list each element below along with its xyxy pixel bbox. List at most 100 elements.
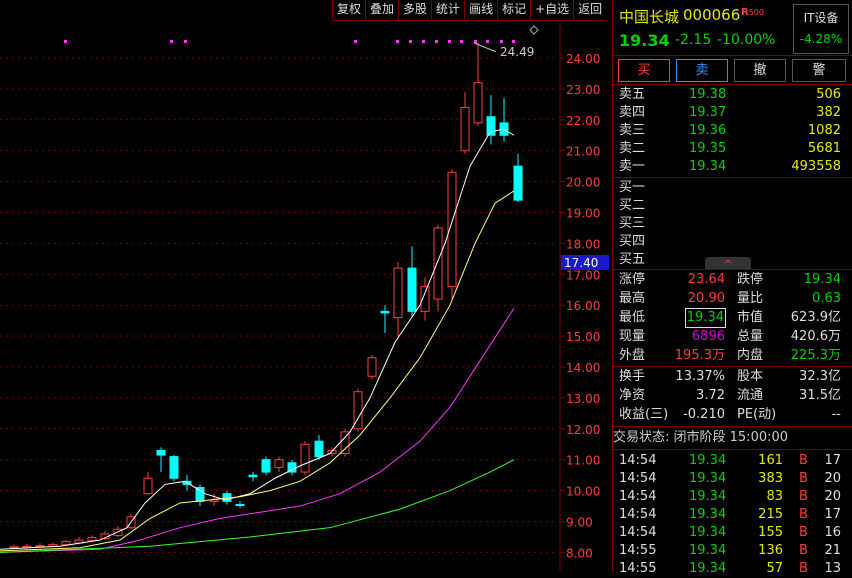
sector-name: IT设备 [803, 11, 839, 25]
signal-marker [422, 40, 425, 43]
toolbar-add-watchlist-button[interactable]: +自选 [530, 0, 573, 19]
high-annotation-label: 24.49 [500, 45, 534, 59]
tick-price: 19.34 [689, 489, 727, 504]
ask-label: 卖一 [619, 159, 646, 174]
tick-side: B [799, 525, 808, 540]
signal-marker [512, 40, 515, 43]
bid-label: 买五 [619, 252, 646, 267]
price-axis-label: 8.00 [566, 546, 593, 560]
stat-value: 6896 [691, 329, 725, 344]
stat-value: 19.34 [684, 308, 727, 328]
quote-panel: 中国长城 000066 R500 19.34 -2.15 -10.00% IT设… [612, 0, 852, 576]
candle-down [380, 310, 390, 314]
candle-up [393, 267, 403, 319]
price-axis-label: 12.00 [566, 423, 600, 437]
stat-value: 23.64 [687, 272, 725, 287]
r-badge-value: 500 [748, 8, 764, 17]
ask-row[interactable]: 卖五 19.38 506 [613, 86, 852, 104]
price-axis-label: 22.00 [566, 114, 600, 128]
tick-price: 19.34 [689, 543, 727, 558]
tick-count: 17 [824, 453, 841, 468]
toolbar-fuquan-button[interactable]: 复权 [332, 0, 365, 19]
cancel-button[interactable]: 撤 [734, 59, 786, 82]
stats-row: 涨停 23.64 跌停 19.34 [613, 271, 852, 289]
tick-time: 14:54 [619, 453, 657, 468]
fund-label: 股本 [737, 369, 764, 384]
stat-label: 市值 [737, 310, 764, 325]
bid-row[interactable]: 买四 [613, 233, 852, 251]
ask-label: 卖五 [619, 87, 646, 102]
toolbar-back-button[interactable]: 返回 [573, 0, 606, 19]
bid-row[interactable]: 买一 [613, 179, 852, 197]
candle-down [486, 116, 496, 136]
stat-label: 涨停 [619, 272, 646, 287]
toolbar-mark-button[interactable]: 标记 [497, 0, 530, 19]
fundamentals-row: 收益(三) -0.210 PE(动) -- [613, 406, 852, 424]
tick-volume: 136 [758, 543, 783, 558]
candle-down [407, 267, 417, 312]
price-axis-label: 24.00 [566, 52, 600, 66]
ask-volume: 5681 [807, 141, 841, 156]
fund-value: 3.72 [696, 388, 725, 403]
bid-label: 买一 [619, 180, 646, 195]
sell-button[interactable]: 卖 [676, 59, 728, 82]
price-axis-label: 19.00 [566, 207, 600, 221]
fund-value: 13.37% [675, 369, 725, 384]
price-axis-label: 14.00 [566, 361, 600, 375]
ask-volume: 382 [816, 105, 841, 120]
fund-value: -- [831, 407, 841, 422]
fund-value: 32.3亿 [799, 369, 841, 384]
buy-button[interactable]: 买 [618, 59, 670, 82]
toolbar-stats-button[interactable]: 统计 [431, 0, 464, 19]
stock-change-pct: -10.00% [717, 32, 776, 48]
tick-volume: 383 [758, 471, 783, 486]
tick-volume: 161 [758, 453, 783, 468]
tick-time: 14:54 [619, 489, 657, 504]
trade-status: 交易状态: 闭市阶段 15:00:00 [613, 430, 789, 445]
r-badge: R500 [741, 7, 764, 18]
tick-row: 14:55 19.34 57 B 13 [613, 560, 852, 578]
stats-row: 现量 6896 总量 420.6万 [613, 328, 852, 346]
stat-value: 420.6万 [790, 329, 841, 344]
stats-row: 最低 19.34 市值 623.9亿 [613, 308, 852, 328]
current-price-label: 17.40 [564, 256, 598, 270]
ask-row[interactable]: 卖二 19.35 5681 [613, 140, 852, 158]
expand-tab[interactable]: ^ [705, 257, 751, 271]
price-axis-label: 23.00 [566, 83, 600, 97]
fundamentals-row: 换手 13.37% 股本 32.3亿 [613, 368, 852, 386]
price-axis-label: 16.00 [566, 299, 600, 313]
candlestick-chart[interactable]: 24.00 23.00 22.00 21.00 20.00 19.00 18.00 17.00… [0, 0, 612, 572]
ask-label: 卖四 [619, 105, 646, 120]
ask-price: 19.35 [689, 141, 727, 156]
toolbar-multistock-button[interactable]: 多股 [398, 0, 431, 19]
tick-row: 14:54 19.34 83 B 20 [613, 488, 852, 506]
signal-marker [170, 40, 173, 43]
ask-price: 19.37 [689, 105, 727, 120]
sector-box[interactable]: IT设备 -4.28% [793, 4, 849, 54]
ask-row[interactable]: 卖三 19.36 1082 [613, 122, 852, 140]
stats-row: 外盘 195.3万 内盘 225.3万 [613, 347, 852, 365]
toolbar-overlay-button[interactable]: 叠加 [365, 0, 398, 19]
ask-volume: 493558 [791, 159, 841, 174]
bid-row[interactable]: 买三 [613, 215, 852, 233]
price-axis-label: 15.00 [566, 330, 600, 344]
signal-marker [460, 40, 463, 43]
candle-up [143, 477, 153, 495]
tick-row: 14:54 19.34 155 B 16 [613, 524, 852, 542]
alert-button[interactable]: 警 [792, 59, 846, 82]
signal-marker [184, 40, 187, 43]
candle-up [61, 541, 71, 546]
toolbar-draw-button[interactable]: 画线 [464, 0, 497, 19]
tick-volume: 57 [766, 561, 783, 576]
ask-row[interactable]: 卖四 19.37 382 [613, 104, 852, 122]
ask-row[interactable]: 卖一 19.34 493558 [613, 158, 852, 176]
stat-value: 195.3万 [674, 348, 725, 363]
ask-price: 19.38 [689, 87, 727, 102]
fund-value: 31.5亿 [799, 388, 841, 403]
stock-change: -2.15 [675, 32, 712, 48]
bid-row[interactable]: 买二 [613, 197, 852, 215]
chart-canvas[interactable]: 24.00 23.00 22.00 21.00 20.00 19.00 18.00 17.00… [0, 0, 612, 572]
candle-down [261, 459, 271, 473]
candle-up [87, 537, 97, 542]
candle-up [433, 227, 443, 300]
